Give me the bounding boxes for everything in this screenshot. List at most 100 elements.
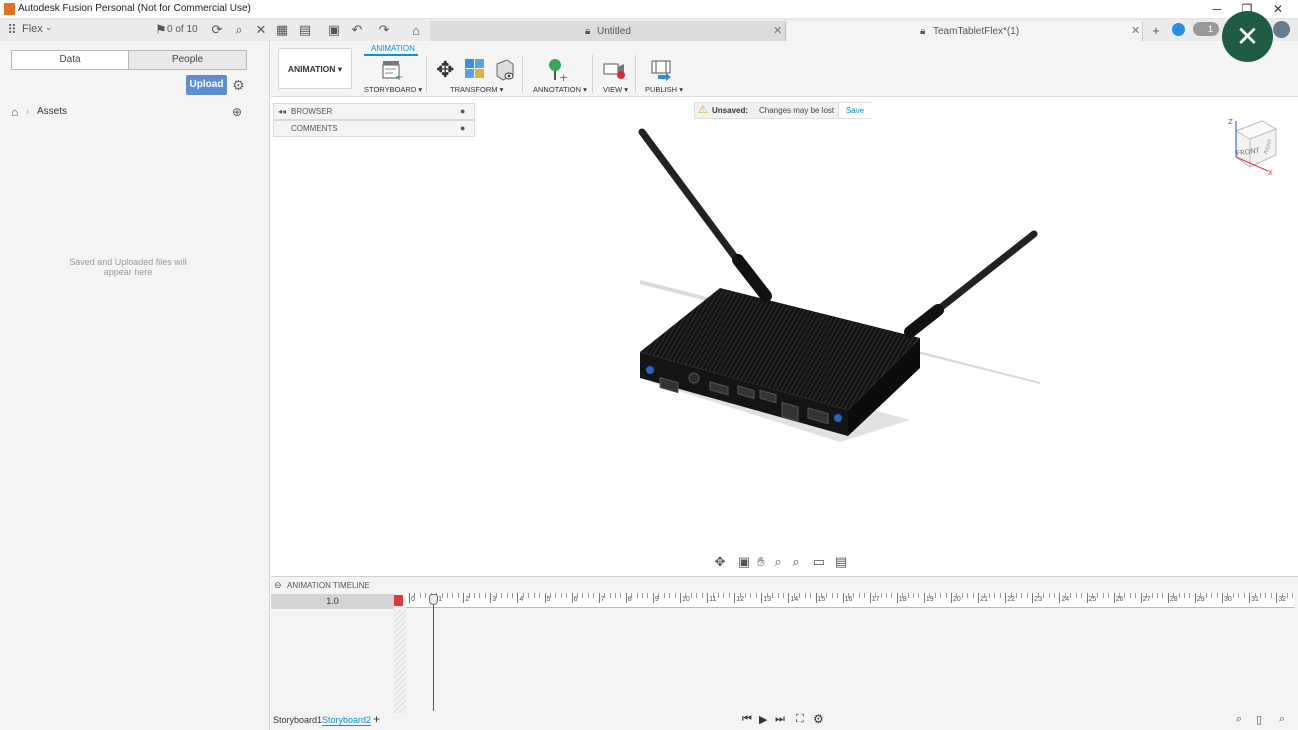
ruler-major-tick: [815, 593, 817, 603]
transform-components-icon[interactable]: [464, 58, 486, 80]
comments-panel-header[interactable]: COMMENTS ●: [273, 120, 475, 137]
annotation-group[interactable]: ANNOTATION ▾: [533, 85, 587, 94]
doc-tab-teamtabletflex[interactable]: 🔒︎ TeamTabletFlex*(1) ✕: [787, 21, 1143, 41]
camera-record-icon[interactable]: [602, 60, 628, 82]
storyboard-tab-2[interactable]: Storyboard2: [322, 715, 372, 726]
timeline-ruler[interactable]: 0 1 2 3 4 5 6 7 8 9 10 11 12 13 14 15 16 17 18 19 20 21 22 23 24…: [406, 593, 1294, 608]
ruler-minor-tick: [647, 593, 649, 598]
start-marker[interactable]: [394, 595, 403, 606]
zoom-out-icon[interactable]: ⌕: [1236, 713, 1242, 726]
orbit-icon[interactable]: ✥: [712, 554, 728, 570]
power-jack: [688, 372, 700, 384]
home-icon[interactable]: ⌂: [11, 105, 18, 119]
ruler-minor-tick: [945, 593, 947, 598]
refresh-icon[interactable]: ⟳: [209, 22, 225, 38]
chevron-down-icon[interactable]: ⌄: [45, 22, 53, 33]
add-storyboard-button[interactable]: +: [373, 712, 380, 726]
grid-view-icon[interactable]: ▦: [274, 22, 290, 38]
jobs-status[interactable]: 0 of 10: [167, 24, 198, 35]
ruler-minor-tick: [799, 593, 801, 598]
ruler-minor-tick: [967, 593, 969, 598]
doc-tab-untitled[interactable]: 🔒︎ Untitled ✕: [430, 21, 786, 41]
storyboard-icon[interactable]: +: [381, 59, 403, 81]
ruler-minor-tick: [983, 593, 985, 598]
new-tab-icon[interactable]: +: [1148, 23, 1164, 39]
upload-button[interactable]: Upload: [186, 75, 227, 95]
undo-icon[interactable]: ↶: [349, 22, 365, 38]
tab-animation[interactable]: ANIMATION: [371, 44, 415, 53]
ruler-minor-tick: [636, 593, 638, 598]
grid-settings-icon[interactable]: ▤: [833, 554, 849, 570]
save-icon[interactable]: ▣: [326, 22, 342, 38]
viewcube[interactable]: FRONT RIGHT Z X: [1222, 113, 1280, 177]
play-icon[interactable]: ▶: [759, 713, 767, 726]
team-selector[interactable]: Flex: [22, 23, 43, 35]
home-icon[interactable]: ⌂: [408, 23, 424, 39]
pan-icon[interactable]: ✋︎: [753, 554, 769, 570]
ruler-minor-tick: [1026, 593, 1028, 598]
zoom-icon[interactable]: ⌕: [770, 554, 786, 570]
ruler-major-tick: [1194, 593, 1196, 603]
gear-icon[interactable]: ⚙: [232, 77, 245, 94]
ruler-minor-tick: [658, 593, 660, 598]
redo-icon[interactable]: ↷: [376, 22, 392, 38]
search-icon[interactable]: ⌕: [231, 22, 247, 38]
view-group[interactable]: VIEW ▾: [603, 85, 628, 94]
close-window-button[interactable]: ✕: [1267, 1, 1289, 17]
visibility-icon[interactable]: [493, 58, 517, 82]
annotation-pin-icon[interactable]: +: [546, 58, 568, 82]
ruler-minor-tick: [1151, 593, 1153, 598]
skip-end-icon[interactable]: ⏭: [775, 713, 785, 726]
fullscreen-icon[interactable]: ⛶: [796, 713, 804, 726]
active-tab-underline: [364, 54, 418, 56]
sync-status-icon[interactable]: [1172, 23, 1185, 36]
ruler-minor-tick: [831, 593, 833, 598]
notification-badge[interactable]: 1: [1193, 22, 1219, 36]
tab-people[interactable]: People: [128, 50, 247, 70]
close-tab-icon[interactable]: ✕: [773, 24, 782, 37]
ruler-minor-tick: [1119, 593, 1121, 598]
breadcrumb[interactable]: Assets: [37, 106, 67, 117]
zoom-in-icon[interactable]: ⌕: [1279, 713, 1285, 726]
save-button[interactable]: Save: [838, 103, 871, 118]
ruler-minor-tick: [782, 593, 784, 598]
close-overlay-button[interactable]: ✕: [1222, 11, 1273, 62]
storyboard-group[interactable]: STORYBOARD ▾: [364, 85, 422, 94]
file-menu-icon[interactable]: ▤: [297, 22, 313, 38]
skip-start-icon[interactable]: ⏮: [742, 713, 752, 726]
display-settings-icon[interactable]: ▭: [811, 554, 827, 570]
time-display[interactable]: 1.0: [271, 594, 394, 609]
playhead[interactable]: [433, 594, 434, 711]
fit-timeline-icon[interactable]: ▯: [1256, 713, 1262, 726]
transform-group[interactable]: TRANSFORM ▾: [450, 85, 503, 94]
close-panel-icon[interactable]: ✕: [253, 22, 269, 38]
ruler-minor-tick: [468, 593, 470, 598]
look-at-icon[interactable]: ▣: [736, 554, 752, 570]
settings-gear-icon[interactable]: ⚙: [813, 712, 824, 726]
avatar[interactable]: [1273, 21, 1290, 38]
title-bar: Autodesk Fusion Personal (Not for Commer…: [0, 0, 1298, 19]
storyboard-tab-1[interactable]: Storyboard1: [273, 715, 322, 725]
tab-data[interactable]: Data: [11, 50, 129, 70]
globe-icon[interactable]: ⊕: [232, 105, 242, 119]
grid-menu-icon[interactable]: ⠿: [4, 22, 20, 38]
playhead-handle[interactable]: [429, 594, 438, 605]
browser-panel-header[interactable]: ◂◂ BROWSER ●: [273, 103, 475, 120]
fit-icon[interactable]: ⌕: [788, 554, 804, 570]
minimize-button[interactable]: ─: [1206, 1, 1228, 17]
publish-group[interactable]: PUBLISH ▾: [645, 85, 683, 94]
panel-toggle-icon[interactable]: ●: [460, 121, 465, 136]
workspace-switcher[interactable]: ANIMATION ▾: [278, 48, 352, 89]
ruler-minor-tick: [858, 593, 860, 598]
panel-toggle-icon[interactable]: ●: [460, 104, 465, 119]
collapse-arrows-icon[interactable]: ◂◂: [278, 104, 286, 119]
ruler-major-tick: [490, 593, 492, 603]
collapse-icon[interactable]: ⊖: [274, 580, 282, 591]
ruler-minor-tick: [745, 593, 747, 598]
publish-video-icon[interactable]: [650, 58, 674, 82]
ruler-minor-tick: [891, 593, 893, 598]
ruler-minor-tick: [853, 593, 855, 598]
move-icon[interactable]: ✥: [436, 57, 454, 83]
router-3d-model[interactable]: [620, 120, 1060, 450]
close-tab-icon[interactable]: ✕: [1131, 24, 1140, 37]
